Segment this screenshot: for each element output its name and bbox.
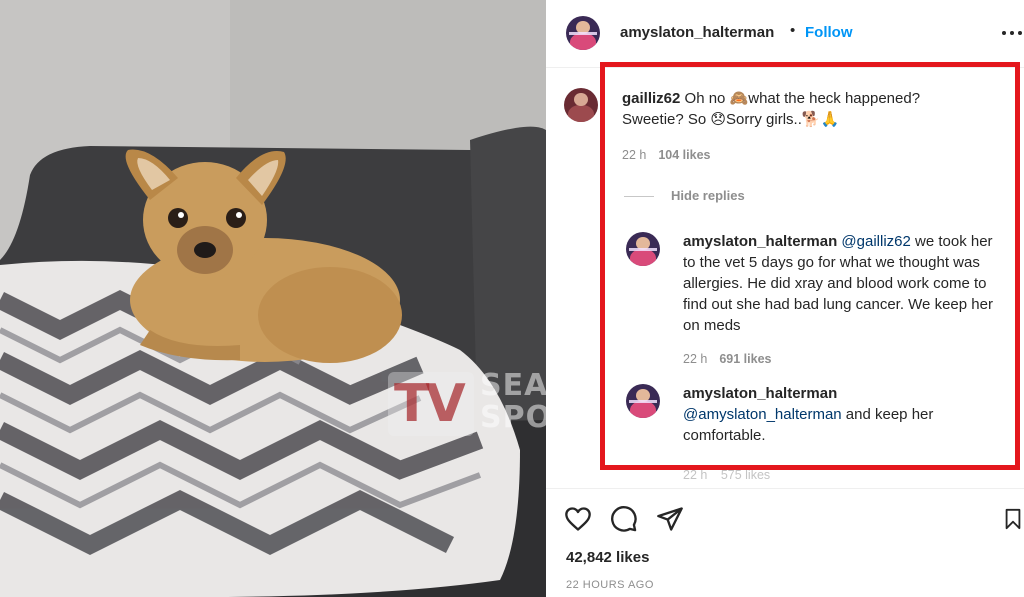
commenter-avatar[interactable] [564, 88, 598, 122]
reply-mention[interactable]: @gailliz62 [841, 233, 910, 250]
more-options-icon[interactable] [1002, 27, 1022, 39]
post-actions-bar [546, 488, 1024, 546]
post-photo: TV SEASON SPOIL [0, 0, 546, 597]
reply-likes[interactable]: 575 likes [721, 468, 770, 482]
author-avatar[interactable] [566, 16, 600, 50]
replies-divider [624, 196, 654, 197]
reply-time[interactable]: 22 h [683, 352, 707, 366]
reply-meta-partial: 22 h 575 likes [683, 468, 770, 482]
comment-likes[interactable]: 104 likes [658, 148, 710, 162]
comment-username[interactable]: gailliz62 [622, 90, 680, 107]
post-likes-count[interactable]: 42,842 likes [566, 549, 649, 566]
comment-meta: 22 h 104 likes [622, 148, 710, 162]
header-separator: • [790, 22, 796, 39]
reply-body: amyslaton_halterman @gailliz62 we took h… [683, 231, 993, 336]
watermark-line-1: SEASON [480, 368, 546, 403]
dog-on-couch-image [0, 0, 546, 597]
comment-bubble-icon[interactable] [610, 505, 638, 533]
reply-meta: 22 h 691 likes [683, 352, 771, 366]
follow-button[interactable]: Follow [805, 24, 853, 41]
post-timestamp: 22 HOURS AGO [566, 579, 654, 591]
reply-time[interactable]: 22 h [683, 468, 707, 482]
hide-replies-button[interactable]: Hide replies [671, 188, 745, 203]
reply-body: amyslaton_halterman @amyslaton_halterman… [683, 383, 993, 446]
comment-body: gailliz62 Oh no 🙈what the heck happened?… [622, 88, 952, 130]
share-send-icon[interactable] [656, 505, 684, 533]
watermark-tv-text: TV [394, 374, 466, 434]
watermark-line-2: SPOIL [480, 400, 546, 435]
watermark-tv-badge: TV [388, 372, 474, 436]
reply-mention[interactable]: @amyslaton_halterman [683, 406, 842, 423]
save-bookmark-icon[interactable] [1002, 505, 1024, 533]
reply-username[interactable]: amyslaton_halterman [683, 383, 993, 404]
watermark-logo: TV SEASON SPOIL [388, 366, 546, 452]
post-header: amyslaton_halterman • Follow [546, 0, 1024, 68]
reply-username[interactable]: amyslaton_halterman [683, 233, 837, 250]
reply-avatar[interactable] [626, 232, 660, 266]
author-username[interactable]: amyslaton_halterman [620, 24, 774, 41]
reply-avatar[interactable] [626, 384, 660, 418]
comment-time[interactable]: 22 h [622, 148, 646, 162]
post-side-panel: amyslaton_halterman • Follow gailliz62 O… [546, 0, 1024, 597]
like-heart-icon[interactable] [564, 505, 592, 533]
reply-likes[interactable]: 691 likes [719, 352, 771, 366]
